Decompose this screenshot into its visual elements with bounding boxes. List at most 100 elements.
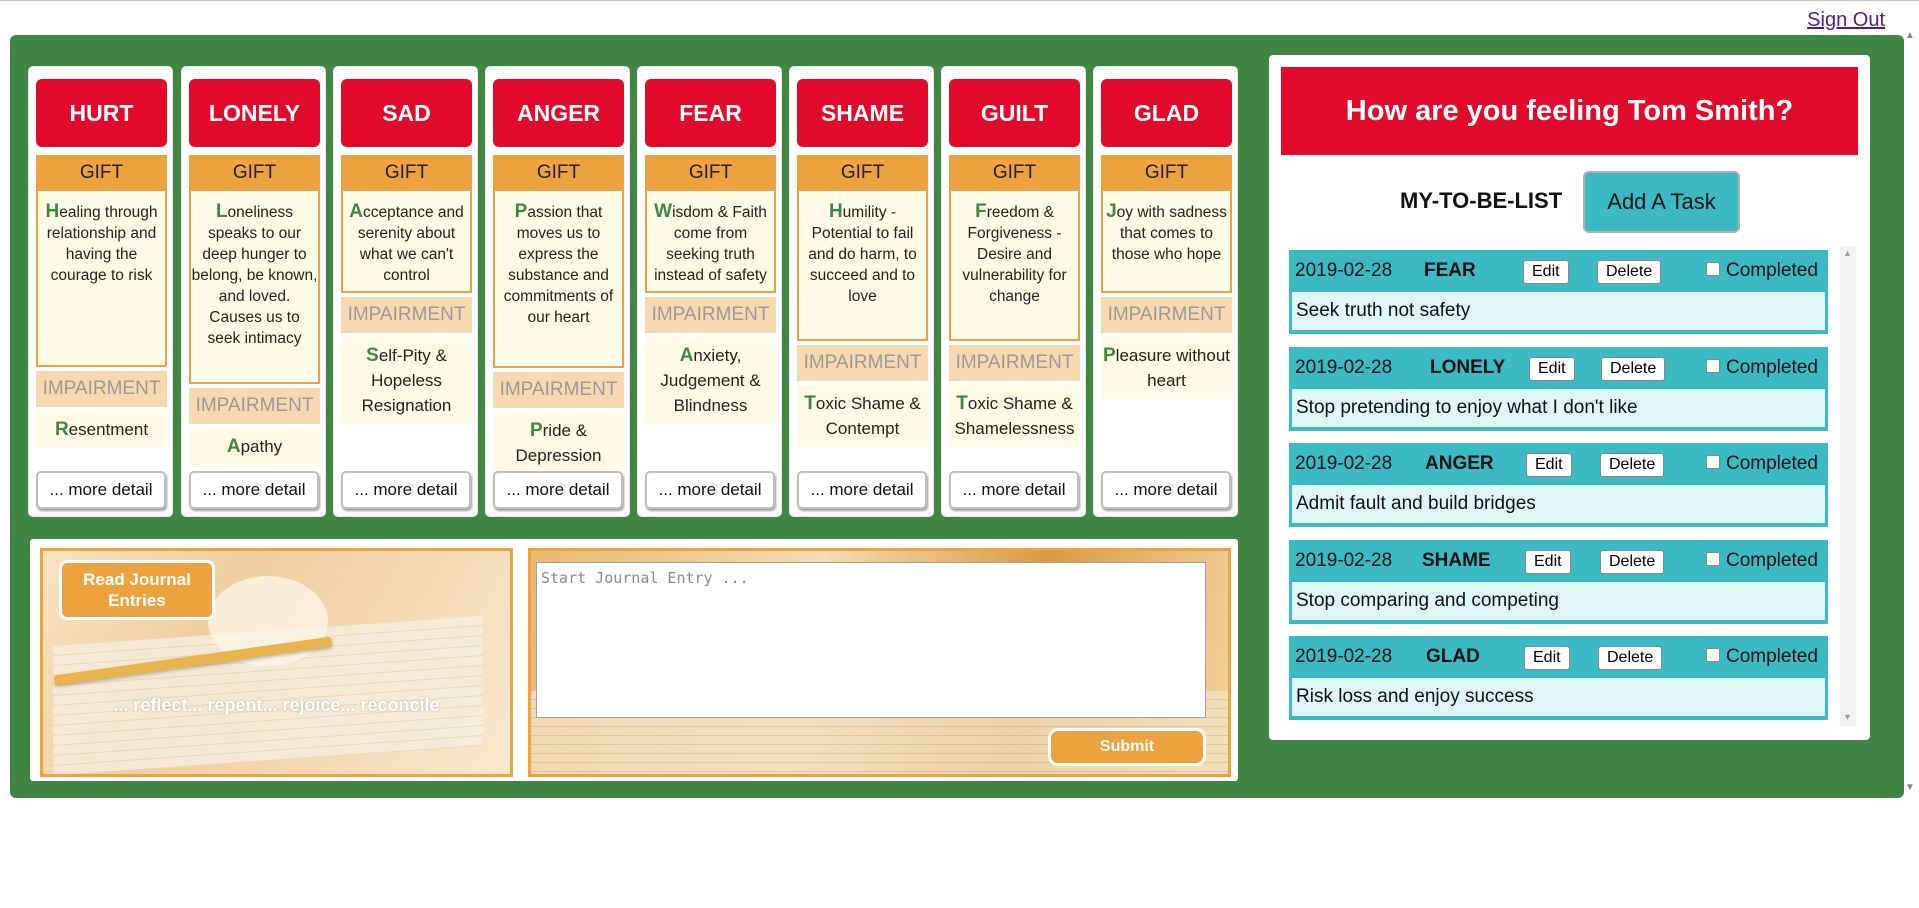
completed-checkbox[interactable]: [1706, 455, 1720, 469]
gift-description: umility - Potential to fail and do harm,…: [808, 204, 917, 305]
gift-text: Healing through relationship and having …: [36, 191, 167, 367]
task-text: Seek truth not safety: [1292, 292, 1825, 330]
impairment-initial: S: [366, 345, 379, 366]
scroll-down-icon[interactable]: ▼: [1905, 782, 1915, 793]
gift-initial: P: [514, 201, 528, 222]
scroll-down-icon[interactable]: ▼: [1843, 712, 1852, 722]
impairment-text: Apathy: [189, 428, 320, 465]
impairment-initial: R: [54, 419, 69, 440]
task-text: Admit fault and build bridges: [1292, 485, 1825, 523]
gift-text: Humility - Potential to fail and do harm…: [797, 191, 928, 341]
completed-checkbox[interactable]: [1706, 552, 1720, 566]
task-list-scrollbar[interactable]: ▲ ▼: [1840, 246, 1856, 726]
impairment-description: oxic Shame & Shamelessness: [954, 394, 1075, 438]
emotion-title: FEAR: [645, 79, 776, 147]
impairment-text: Resentment: [36, 411, 167, 448]
task-date: 2019-02-28: [1295, 550, 1393, 571]
emotion-title: GUILT: [949, 79, 1080, 147]
impairment-label: IMPAIRMENT: [949, 345, 1080, 381]
scroll-up-icon[interactable]: ▲: [1843, 248, 1852, 258]
completed-checkbox[interactable]: [1706, 359, 1720, 373]
impairment-text: Toxic Shame & Shamelessness: [949, 385, 1080, 447]
completed-checkbox[interactable]: [1706, 648, 1720, 662]
impairment-initial: P: [1102, 345, 1116, 366]
edit-button[interactable]: Edit: [1525, 550, 1571, 574]
emotion-title: HURT: [36, 79, 167, 147]
impairment-initial: T: [956, 393, 968, 414]
gift-initial: A: [349, 201, 363, 222]
delete-button[interactable]: Delete: [1600, 550, 1665, 574]
delete-button[interactable]: Delete: [1597, 260, 1662, 284]
emotion-title: GLAD: [1101, 79, 1232, 147]
gift-label: GIFT: [1101, 155, 1232, 191]
task-item: 2019-02-28 GLAD Edit Delete Completed Risk lo…: [1289, 636, 1828, 720]
more-detail-button[interactable]: ... more detail: [645, 471, 775, 509]
impairment-description: ride & Depression: [515, 421, 602, 465]
gift-text: Wisdom & Faith come from seeking truth i…: [645, 191, 776, 293]
task-emotion: SHAME: [1422, 550, 1491, 571]
impairment-label: IMPAIRMENT: [797, 345, 928, 381]
submit-button[interactable]: Submit: [1048, 728, 1206, 766]
gift-label: GIFT: [341, 155, 472, 191]
completed-label: Completed: [1726, 357, 1818, 378]
more-detail-button[interactable]: ... more detail: [1101, 471, 1231, 509]
more-detail-button[interactable]: ... more detail: [493, 471, 623, 509]
gift-text: Passion that moves us to express the sub…: [493, 191, 624, 368]
delete-button[interactable]: Delete: [1601, 357, 1666, 381]
completed-label: Completed: [1726, 550, 1818, 571]
task-emotion: GLAD: [1426, 646, 1480, 667]
more-detail-button[interactable]: ... more detail: [36, 471, 166, 509]
task-emotion: ANGER: [1425, 453, 1494, 474]
more-detail-button[interactable]: ... more detail: [189, 471, 319, 509]
journal-entry-input[interactable]: Start Journal Entry ...: [536, 562, 1206, 718]
edit-button[interactable]: Edit: [1523, 260, 1569, 284]
gift-label: GIFT: [36, 155, 167, 191]
impairment-initial: A: [226, 436, 241, 457]
gift-initial: F: [975, 201, 987, 222]
emotion-title: SHAME: [797, 79, 928, 147]
gift-description: assion that moves us to express the subs…: [503, 204, 614, 326]
task-date: 2019-02-28: [1295, 357, 1393, 378]
emotion-card-hurt: HURT GIFT Healing through relationship and…: [29, 67, 172, 516]
gift-description: oneliness speaks to our deep hunger to b…: [191, 204, 318, 347]
task-text: Stop comparing and competing: [1292, 582, 1825, 620]
task-emotion: LONELY: [1430, 357, 1506, 378]
gift-description: oy with sadness that comes to those who …: [1111, 204, 1227, 263]
more-detail-button[interactable]: ... more detail: [949, 471, 1079, 509]
emotion-card-glad: GLAD GIFT Joy with sadness that comes to t…: [1094, 67, 1237, 516]
more-detail-button[interactable]: ... more detail: [797, 471, 927, 509]
impairment-description: oxic Shame & Contempt: [815, 394, 921, 438]
gift-text: Loneliness speaks to our deep hunger to …: [189, 191, 320, 384]
delete-button[interactable]: Delete: [1598, 646, 1663, 670]
gift-label: GIFT: [493, 155, 624, 191]
gift-initial: H: [45, 201, 60, 222]
delete-button[interactable]: Delete: [1600, 453, 1665, 477]
completed-label: Completed: [1726, 260, 1818, 281]
gift-label: GIFT: [797, 155, 928, 191]
add-task-button[interactable]: Add A Task: [1583, 171, 1740, 233]
task-text: Risk loss and enjoy success: [1292, 678, 1825, 716]
edit-button[interactable]: Edit: [1524, 646, 1570, 670]
emotion-card-anger: ANGER GIFT Passion that moves us to expres…: [486, 67, 629, 516]
emotion-card-fear: FEAR GIFT Wisdom & Faith come from seeking…: [638, 67, 781, 516]
completed-checkbox[interactable]: [1706, 262, 1720, 276]
edit-button[interactable]: Edit: [1529, 357, 1575, 381]
gift-initial: J: [1106, 201, 1117, 222]
impairment-text: Toxic Shame & Contempt: [797, 385, 928, 447]
impairment-text: Self-Pity & Hopeless Resignation: [341, 337, 472, 424]
read-journal-button[interactable]: Read Journal Entries: [59, 560, 215, 620]
impairment-initial: T: [804, 393, 816, 414]
scroll-up-icon[interactable]: ▲: [1905, 30, 1915, 41]
impairment-initial: P: [529, 420, 543, 441]
edit-button[interactable]: Edit: [1526, 453, 1572, 477]
emotion-title: SAD: [341, 79, 472, 147]
more-detail-button[interactable]: ... more detail: [341, 471, 471, 509]
impairment-description: nxiety, Judgement & Blindness: [660, 346, 761, 415]
impairment-label: IMPAIRMENT: [645, 297, 776, 333]
gift-text: Freedom & Forgiveness - Desire and vulne…: [949, 191, 1080, 341]
task-item: 2019-02-28 SHAME Edit Delete Completed Stop c…: [1289, 540, 1828, 624]
sign-out-link[interactable]: Sign Out: [1807, 9, 1885, 32]
task-date: 2019-02-28: [1295, 646, 1393, 667]
impairment-label: IMPAIRMENT: [1101, 297, 1232, 333]
gift-initial: H: [828, 201, 843, 222]
